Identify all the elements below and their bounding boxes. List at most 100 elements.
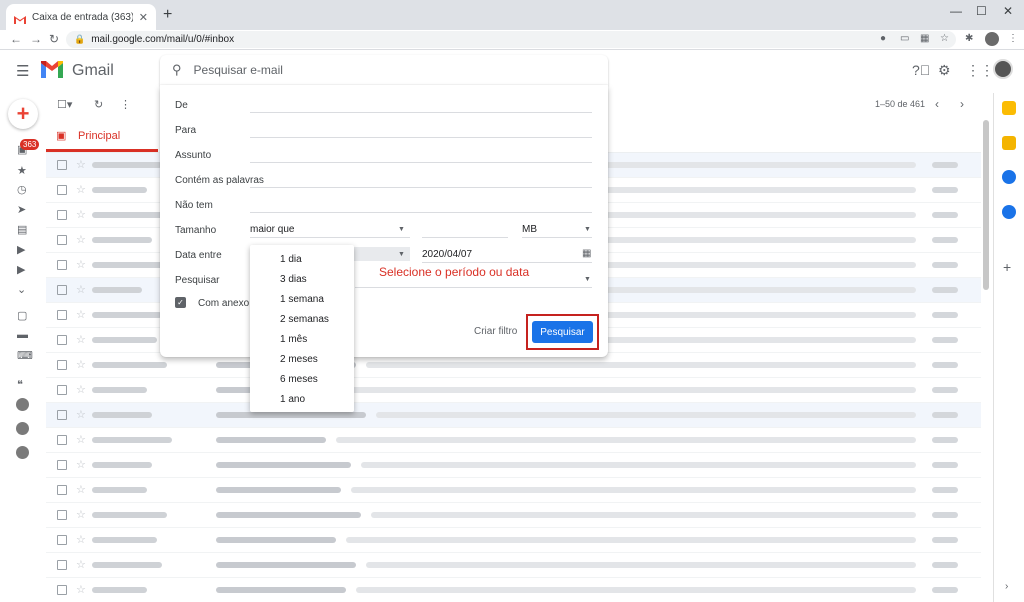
calendar-icon[interactable]: ▦ xyxy=(582,248,591,259)
contacts-app-icon[interactable] xyxy=(1002,205,1016,219)
dropdown-option[interactable]: 2 meses xyxy=(250,350,354,370)
dropdown-option[interactable]: 6 meses xyxy=(250,370,354,390)
more-chevron-icon[interactable]: ⌄ xyxy=(17,283,26,296)
table-row[interactable]: ☆ xyxy=(46,503,981,528)
forward-icon[interactable]: → xyxy=(30,32,42,46)
back-icon[interactable]: ← xyxy=(10,32,22,46)
row-checkbox[interactable] xyxy=(57,310,67,320)
gmail-logo-icon[interactable] xyxy=(41,61,63,78)
dropdown-option[interactable]: 1 ano xyxy=(250,390,354,410)
star-icon[interactable]: ☆ xyxy=(76,458,86,471)
minimize-icon[interactable]: — xyxy=(950,4,962,18)
star-icon[interactable]: ☆ xyxy=(76,183,86,196)
star-icon[interactable]: ☆ xyxy=(76,583,86,596)
star-icon[interactable]: ☆ xyxy=(76,333,86,346)
table-row[interactable]: ☆ xyxy=(46,478,981,503)
browser-tab-inbox[interactable]: Caixa de entrada (363) - ✕ xyxy=(6,4,156,30)
more-options-icon[interactable]: ⋮ xyxy=(120,98,131,111)
extensions-icon[interactable]: ✱ xyxy=(965,33,973,44)
apps-grid-icon[interactable]: ⋮⋮ xyxy=(966,62,994,79)
cast-icon[interactable]: ▭ xyxy=(900,33,909,44)
meet-join-icon[interactable]: ▬ xyxy=(17,329,28,341)
scrollbar[interactable] xyxy=(983,120,989,290)
search-bar[interactable]: ⚲ Pesquisar e-mail xyxy=(160,55,608,85)
row-checkbox[interactable] xyxy=(57,435,67,445)
star-icon[interactable]: ☆ xyxy=(76,533,86,546)
dropdown-option[interactable]: 3 dias xyxy=(250,270,354,290)
gmail-logo-text[interactable]: Gmail xyxy=(72,62,114,80)
select-all-checkbox[interactable]: ☐▾ xyxy=(57,98,72,111)
qr-icon[interactable]: ▦ xyxy=(920,33,929,44)
to-field[interactable] xyxy=(250,137,592,138)
tasks-app-icon[interactable] xyxy=(1002,170,1016,184)
table-row[interactable]: ☆ xyxy=(46,453,981,478)
table-row[interactable]: ☆ xyxy=(46,378,981,403)
star-icon[interactable]: ☆ xyxy=(76,158,86,171)
star-icon[interactable]: ☆ xyxy=(76,383,86,396)
contact-avatar-2[interactable] xyxy=(16,422,29,435)
row-checkbox[interactable] xyxy=(57,560,67,570)
row-checkbox[interactable] xyxy=(57,235,67,245)
collapse-panel-icon[interactable]: › xyxy=(1005,581,1008,592)
table-row[interactable]: ☆ xyxy=(46,553,981,578)
row-checkbox[interactable] xyxy=(57,585,67,595)
gear-icon[interactable]: ⚙ xyxy=(938,62,951,79)
has-words-field[interactable] xyxy=(250,187,592,188)
label-icon-2[interactable]: ▶ xyxy=(17,263,25,276)
window-close-icon[interactable]: ✕ xyxy=(1003,4,1013,18)
size-value-field[interactable] xyxy=(422,237,508,238)
help-icon[interactable]: ?⃝ xyxy=(912,62,930,78)
dropdown-option[interactable]: 1 mês xyxy=(250,330,354,350)
prev-page-icon[interactable]: ‹ xyxy=(935,97,939,111)
search-in-select[interactable] xyxy=(355,287,592,288)
hangouts-icon[interactable]: ❝ xyxy=(17,378,23,391)
row-checkbox[interactable] xyxy=(57,285,67,295)
table-row[interactable]: ☆ xyxy=(46,578,981,602)
keyboard-icon[interactable]: ⌨ xyxy=(17,349,33,362)
starred-icon[interactable]: ★ xyxy=(17,164,27,177)
table-row[interactable]: ☆ xyxy=(46,428,981,453)
label-icon[interactable]: ▶ xyxy=(17,243,25,256)
contact-avatar-1[interactable] xyxy=(16,398,29,411)
star-icon[interactable]: ☆ xyxy=(76,433,86,446)
reload-icon[interactable]: ↻ xyxy=(49,32,59,46)
refresh-icon[interactable]: ↻ xyxy=(94,98,103,111)
size-operator-select[interactable]: maior que xyxy=(250,224,294,235)
doesnt-have-field[interactable] xyxy=(250,212,592,213)
avatar[interactable] xyxy=(993,59,1013,79)
star-icon[interactable]: ☆ xyxy=(76,308,86,321)
dropdown-option[interactable]: 1 dia xyxy=(250,250,354,270)
chrome-menu-icon[interactable]: ⋮ xyxy=(1008,33,1018,44)
star-icon[interactable]: ☆ xyxy=(76,258,86,271)
dropdown-option[interactable]: 1 semana xyxy=(250,290,354,310)
snoozed-icon[interactable]: ◷ xyxy=(17,183,27,196)
next-page-icon[interactable]: › xyxy=(960,97,964,111)
star-icon[interactable]: ☆ xyxy=(76,408,86,421)
tab-close-icon[interactable]: ✕ xyxy=(139,11,148,24)
maximize-icon[interactable]: ☐ xyxy=(976,4,987,18)
contact-avatar-3[interactable] xyxy=(16,446,29,459)
row-checkbox[interactable] xyxy=(57,410,67,420)
search-button[interactable]: Pesquisar xyxy=(532,321,593,343)
star-icon[interactable]: ☆ xyxy=(76,483,86,496)
drafts-icon[interactable]: ▤ xyxy=(17,223,27,236)
bookmark-star-icon[interactable]: ☆ xyxy=(940,33,949,44)
dropdown-option[interactable]: 2 semanas xyxy=(250,310,354,330)
compose-button[interactable]: + xyxy=(8,99,38,129)
row-checkbox[interactable] xyxy=(57,260,67,270)
row-checkbox[interactable] xyxy=(57,335,67,345)
omnibox[interactable]: 🔒 mail.google.com/mail/u/0/#inbox xyxy=(66,31,956,48)
star-icon[interactable]: ☆ xyxy=(76,558,86,571)
meet-new-icon[interactable]: ▢ xyxy=(17,309,27,322)
table-row[interactable]: ☆ xyxy=(46,403,981,428)
sent-icon[interactable]: ➤ xyxy=(17,203,26,216)
row-checkbox[interactable] xyxy=(57,210,67,220)
hamburger-menu-icon[interactable]: ☰ xyxy=(16,62,29,80)
create-filter-link[interactable]: Criar filtro xyxy=(474,326,517,337)
keep-app-icon[interactable] xyxy=(1002,136,1016,150)
has-attachment-checkbox[interactable]: ✓ xyxy=(175,297,186,308)
add-addon-icon[interactable]: + xyxy=(1003,259,1011,275)
search-icon[interactable]: ⚲ xyxy=(172,62,182,78)
star-icon[interactable]: ☆ xyxy=(76,508,86,521)
chrome-profile-avatar[interactable] xyxy=(985,32,999,46)
